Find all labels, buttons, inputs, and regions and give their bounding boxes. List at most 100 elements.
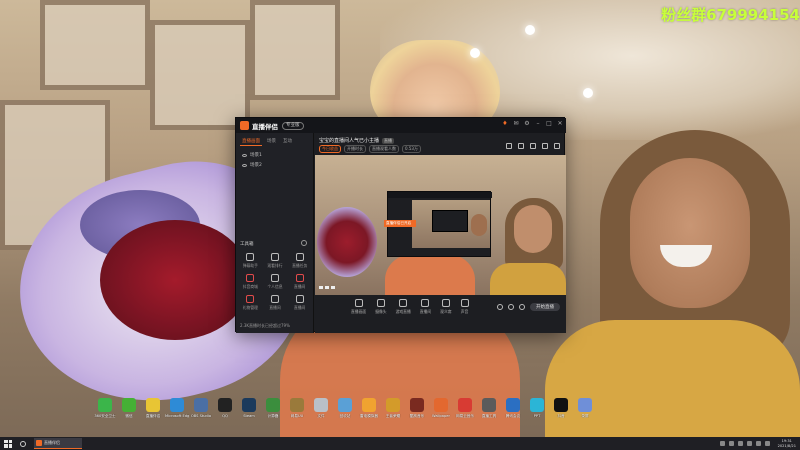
ime-icon[interactable] [764,441,770,446]
quality-icon[interactable] [508,304,514,310]
settings-icon[interactable] [519,304,525,310]
tool-room-3[interactable]: 直播间 [287,295,312,311]
share-icon[interactable] [554,143,560,149]
tool-label: 个人信息 [267,284,283,289]
tray-icon[interactable] [737,441,743,446]
volume-icon[interactable] [755,441,761,446]
scene-item[interactable]: 场景1 [236,150,313,160]
tool-ranking[interactable]: 观看排行 [263,253,288,269]
start-menu-icon[interactable] [4,439,12,448]
desktop-shortcut[interactable]: 网易云音乐 [455,398,475,418]
desktop-shortcut-label: 酷狗音乐 [409,414,425,418]
nested-nested-window [432,210,468,232]
settings-icon[interactable]: ⚙ [524,121,530,127]
tool-tasks[interactable]: 直播任务 [287,253,312,269]
tool-danmu[interactable]: 弹幕助手 [238,253,263,269]
bottom-tool-room[interactable]: 直播间 [420,299,431,315]
game-icon [399,299,408,307]
version-badge[interactable]: 专业版 [282,121,304,130]
desktop-shortcut[interactable]: 酷狗音乐 [407,398,427,418]
taskbar-app-streaming[interactable]: 直播伴侣 [34,438,82,449]
tool-room[interactable]: 直播间 [287,274,312,290]
desktop-shortcut[interactable]: 王者荣耀 [383,398,403,418]
eye-icon[interactable] [242,163,247,167]
toolbox-grid: 弹幕助手 观看排行 直播任务 抖音商城 个人信息 直播间 礼物管理 直播间 直播… [238,253,312,311]
layout-icon[interactable] [518,143,524,149]
desktop-shortcut[interactable]: 直播工具 [479,398,499,418]
desktop-shortcut-label: 网易云音乐 [456,414,474,418]
desktop-shortcut[interactable]: 雷电模拟器 [359,398,379,418]
desktop-shortcut[interactable]: PPT [527,398,547,418]
tab-interact[interactable]: 互动 [281,137,294,146]
bottom-tool-sound[interactable]: 声音 [460,299,469,315]
record-toggle-icon[interactable] [497,304,503,310]
desktop-shortcut-label: 王者荣耀 [385,414,401,418]
desktop-shortcut[interactable]: 计算器 [263,398,283,418]
desktop-shortcut[interactable]: 腾讯会议 [503,398,523,418]
scene-item[interactable]: 场景2 [236,160,313,170]
desktop-shortcut[interactable]: 回收站 [335,398,355,418]
desktop-shortcut[interactable]: Steam [239,398,259,418]
desktop-shortcut[interactable]: Microsoft Edge [165,398,189,418]
record-icon[interactable] [506,143,512,149]
minimize-icon[interactable]: – [535,121,541,127]
app-shortcut-icon [98,398,112,412]
app-shortcut-icon [338,398,352,412]
desktop-shortcut[interactable]: 微信 [119,398,139,418]
app-shortcut-icon [194,398,208,412]
desktop-shortcut[interactable]: OBS Studio [191,398,211,418]
tray-icon[interactable] [728,441,734,446]
speaker-icon[interactable] [542,143,548,149]
tool-room-2[interactable]: 直播间 [263,295,288,311]
eye-icon[interactable] [242,153,247,157]
desktop-shortcut[interactable]: 录屏 [575,398,595,418]
maximize-icon[interactable]: □ [546,121,552,127]
desktop-shortcut[interactable]: 文件 [311,398,331,418]
desktop-shortcut[interactable]: Wallpaper [431,398,451,418]
tab-live-view[interactable]: 直播画面 [240,137,262,146]
room-header: 宝宝的直播间人气已小主播 直播 [319,137,395,144]
tool-gifts[interactable]: 礼物管理 [238,295,263,311]
tool-shop[interactable]: 抖音商城 [238,274,263,290]
desktop-shortcut[interactable]: 网易UU [287,398,307,418]
desktop-shortcut[interactable]: 360安全卫士 [94,398,116,418]
app-sidebar: 直播画面 场景 互动 场景1 场景2 工具箱 弹幕助手 观看排行 直播任务 抖音… [236,133,314,333]
tool-label: 弹幕助手 [242,263,258,268]
go-live-button[interactable]: 开始直播 [530,303,560,311]
gift-icon[interactable]: ♦ [502,121,508,127]
mail-icon[interactable]: ✉ [513,121,519,127]
taskbar-clock[interactable]: 19:31 2021/8/21 [778,439,796,448]
tab-scenes[interactable]: 场景 [265,137,278,146]
bottom-tool-label: 声音 [460,309,469,314]
bottom-tool-label: 直播间 [419,309,432,314]
sidebar-tabs: 直播画面 场景 互动 [236,133,313,150]
close-icon[interactable]: ✕ [557,121,563,127]
bottom-toolbar: 直播画面 摄像头 游戏直播 直播间 观众席 声音 开始直播 [315,295,566,333]
desktop-shortcut[interactable]: 直播伴侣 [143,398,163,418]
task-icon [295,253,304,261]
meta-income: 今日收益 [319,145,341,153]
bottom-tool-screen[interactable]: 直播画面 [351,299,366,315]
bottom-tool-audience[interactable]: 观众席 [440,299,452,315]
desktop-shortcut[interactable]: 抖音 [551,398,571,418]
app-shortcut-icon [314,398,328,412]
app-shortcut-icon [482,398,496,412]
desktop-shortcut[interactable]: QQ [215,398,235,418]
meta-count: 0.53万 [402,145,421,153]
live-preview[interactable]: 直播伴侣已开启 [315,155,566,295]
desktop-shortcut-label: 腾讯会议 [505,414,521,418]
preview-left-woman [385,255,475,295]
network-icon[interactable] [746,441,752,446]
bottom-tool-game[interactable]: 游戏直播 [396,299,411,315]
preview-bouquet [317,207,377,277]
mic-icon[interactable] [530,143,536,149]
search-icon[interactable] [20,440,26,447]
user-icon [270,274,279,282]
tool-profile[interactable]: 个人信息 [263,274,288,290]
desktop-shortcut-label: OBS Studio [190,414,212,418]
bottom-tool-camera[interactable]: 摄像头 [375,299,387,315]
taskbar-app-label: 直播伴侣 [44,440,60,445]
toolbox-settings-icon[interactable] [301,240,307,246]
tray-icon[interactable] [719,441,725,446]
bottom-tool-label: 观众席 [440,309,452,314]
